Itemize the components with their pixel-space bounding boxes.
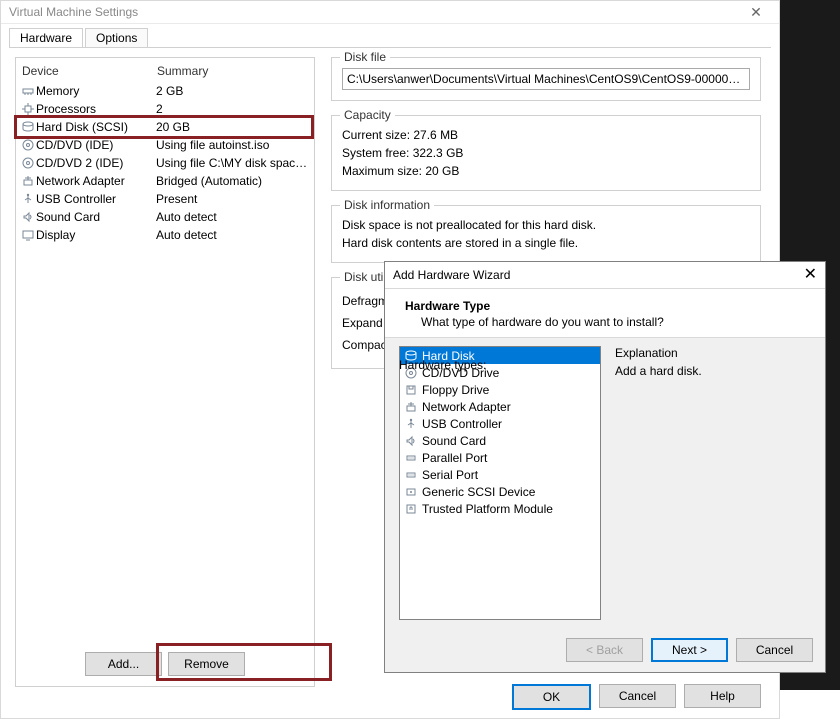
hw-item-network-adapter[interactable]: Network Adapter [400,398,600,415]
device-summary: 2 GB [156,84,310,98]
device-name: CD/DVD 2 (IDE) [36,156,156,170]
device-summary: Auto detect [156,228,310,242]
net-icon [404,401,418,413]
hardware-types-label: Hardware types: [399,358,486,372]
device-row-sound-card[interactable]: Sound CardAuto detect [20,208,310,226]
system-free-label: System free: [342,146,409,160]
hw-item-parallel-port[interactable]: Parallel Port [400,449,600,466]
tab-hardware[interactable]: Hardware [9,28,83,47]
wizard-next-button[interactable]: Next > [651,638,728,662]
device-name: Network Adapter [36,174,156,188]
tpm-icon [404,503,418,515]
device-summary: Present [156,192,310,206]
disp-icon [20,229,36,241]
usb-icon [404,418,418,430]
snd-icon [20,211,36,223]
device-summary: 2 [156,102,310,116]
scsi-icon [404,486,418,498]
hw-item-label: Network Adapter [422,400,511,414]
hdd-icon [20,121,36,133]
device-name: Processors [36,102,156,116]
hw-item-label: Floppy Drive [422,383,489,397]
device-summary: Using file C:\MY disk space fol... [156,156,310,170]
hw-item-label: Sound Card [422,434,486,448]
device-summary: Auto detect [156,210,310,224]
device-name: USB Controller [36,192,156,206]
device-row-hard-disk-scsi-[interactable]: Hard Disk (SCSI)20 GB [20,118,310,136]
device-name: Memory [36,84,156,98]
disk-file-legend: Disk file [340,50,390,64]
device-summary: Bridged (Automatic) [156,174,310,188]
hw-item-label: Generic SCSI Device [422,485,535,499]
wizard-title: Add Hardware Wizard [393,262,510,288]
explanation-text: Add a hard disk. [615,364,811,378]
device-row-usb-controller[interactable]: USB ControllerPresent [20,190,310,208]
device-name: Hard Disk (SCSI) [36,120,156,134]
device-row-display[interactable]: DisplayAuto detect [20,226,310,244]
wizard-back-button: < Back [566,638,643,662]
wizard-cancel-button[interactable]: Cancel [736,638,813,662]
cpu-icon [20,103,36,115]
explanation-label: Explanation [615,346,811,360]
hw-item-label: USB Controller [422,417,502,431]
hw-item-label: Parallel Port [422,451,487,465]
device-row-processors[interactable]: Processors2 [20,100,310,118]
cancel-button[interactable]: Cancel [599,684,676,708]
current-size-value: 27.6 MB [413,128,458,142]
add-button[interactable]: Add... [85,652,162,676]
add-hardware-wizard: Add Hardware Wizard ✕ Hardware Type What… [384,261,826,673]
max-size-value: 20 GB [425,164,459,178]
hw-item-label: Serial Port [422,468,478,482]
col-summary: Summary [157,64,308,78]
disk-info-line1: Disk space is not preallocated for this … [342,216,750,234]
hardware-types-list[interactable]: Hard DiskCD/DVD DriveFloppy DriveNetwork… [399,346,601,620]
device-row-cd-dvd-2-ide-[interactable]: CD/DVD 2 (IDE)Using file C:\MY disk spac… [20,154,310,172]
hw-item-floppy-drive[interactable]: Floppy Drive [400,381,600,398]
help-button[interactable]: Help [684,684,761,708]
wizard-close-icon[interactable]: ✕ [804,262,817,288]
device-name: Sound Card [36,210,156,224]
hw-item-label: Trusted Platform Module [422,502,553,516]
disk-file-path[interactable]: C:\Users\anwer\Documents\Virtual Machine… [342,68,750,90]
current-size-label: Current size: [342,128,410,142]
device-name: CD/DVD (IDE) [36,138,156,152]
device-list-panel: Device Summary Memory2 GBProcessors2Hard… [15,57,315,687]
cd-icon [20,157,36,169]
hw-item-generic-scsi-device[interactable]: Generic SCSI Device [400,483,600,500]
tab-options[interactable]: Options [85,28,148,47]
device-summary: Using file autoinst.iso [156,138,310,152]
wizard-heading: Hardware Type [405,299,805,313]
compact-label: Compact [342,336,390,354]
net-icon [20,175,36,187]
remove-button[interactable]: Remove [168,652,245,676]
disk-info-line2: Hard disk contents are stored in a singl… [342,234,750,252]
system-free-value: 322.3 GB [413,146,464,160]
device-row-network-adapter[interactable]: Network AdapterBridged (Automatic) [20,172,310,190]
mem-icon [20,85,36,97]
capacity-legend: Capacity [340,108,395,122]
hw-item-usb-controller[interactable]: USB Controller [400,415,600,432]
window-close-icon[interactable]: ✕ [741,1,771,23]
hw-item-trusted-platform-module[interactable]: Trusted Platform Module [400,500,600,517]
port-icon [404,469,418,481]
usb-icon [20,193,36,205]
snd-icon [404,435,418,447]
device-row-cd-dvd-ide-[interactable]: CD/DVD (IDE)Using file autoinst.iso [20,136,310,154]
ok-button[interactable]: OK [512,684,591,710]
window-title: Virtual Machine Settings [9,1,138,23]
max-size-label: Maximum size: [342,164,422,178]
wizard-subheading: What type of hardware do you want to ins… [405,315,805,329]
disk-info-legend: Disk information [340,198,434,212]
cd-icon [20,139,36,151]
col-device: Device [22,64,157,78]
floppy-icon [404,384,418,396]
device-summary: 20 GB [156,120,310,134]
hw-item-serial-port[interactable]: Serial Port [400,466,600,483]
device-row-memory[interactable]: Memory2 GB [20,82,310,100]
port-icon [404,452,418,464]
hw-item-sound-card[interactable]: Sound Card [400,432,600,449]
device-name: Display [36,228,156,242]
